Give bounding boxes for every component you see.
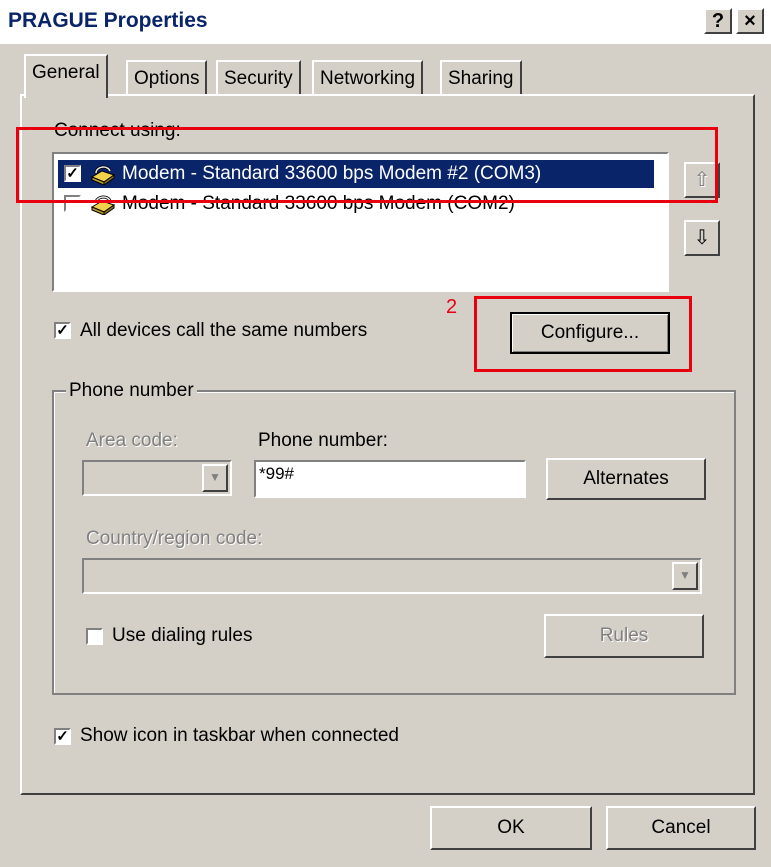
annotation-box-device	[16, 127, 718, 203]
all-devices-checkbox[interactable]: ✓	[54, 322, 71, 339]
annotation-number: 2	[446, 296, 458, 318]
chevron-down-icon: ▼	[202, 464, 228, 492]
ok-button[interactable]: OK	[430, 806, 592, 850]
area-code-select[interactable]: ▼	[82, 460, 232, 496]
tab-security[interactable]: Security	[216, 60, 301, 96]
move-down-icon: ⇩	[693, 227, 711, 249]
tab-options[interactable]: Options	[126, 60, 208, 96]
title-bar: PRAGUE Properties ? ×	[0, 0, 771, 44]
tab-sharing[interactable]: Sharing	[440, 60, 522, 96]
cancel-button[interactable]: Cancel	[606, 806, 756, 850]
show-icon-checkbox[interactable]: ✓	[54, 728, 71, 745]
window-title: PRAGUE Properties	[8, 9, 208, 32]
show-icon-label: Show icon in taskbar when connected	[80, 725, 399, 746]
help-button[interactable]: ?	[704, 8, 732, 34]
rules-button[interactable]: Rules	[544, 614, 704, 658]
country-region-label: Country/region code:	[86, 528, 263, 549]
all-devices-label: All devices call the same numbers	[80, 320, 368, 341]
chevron-down-icon: ▼	[672, 562, 698, 590]
alternates-button[interactable]: Alternates	[546, 458, 706, 500]
phone-number-label: Phone number:	[258, 430, 388, 451]
phone-number-group-label: Phone number	[66, 380, 197, 402]
tab-general[interactable]: General	[24, 54, 108, 98]
dialing-rules-checkbox[interactable]	[86, 628, 103, 645]
close-button[interactable]: ×	[736, 8, 764, 34]
tab-networking[interactable]: Networking	[312, 60, 424, 96]
move-down-button[interactable]: ⇩	[684, 220, 720, 256]
configure-button[interactable]: Configure...	[510, 312, 670, 354]
area-code-label: Area code:	[86, 430, 178, 451]
dialing-rules-label: Use dialing rules	[112, 625, 253, 646]
country-region-select[interactable]: ▼	[82, 558, 702, 594]
phone-number-input[interactable]: *99#	[254, 460, 526, 498]
